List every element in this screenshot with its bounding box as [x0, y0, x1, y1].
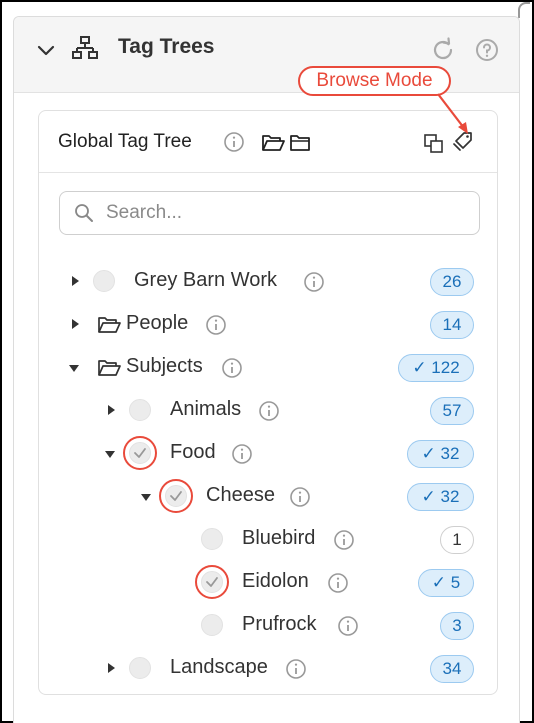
- checkmark-icon: [134, 448, 146, 458]
- checkmark-icon: ✓: [421, 487, 436, 506]
- folder-open-icon: [98, 317, 121, 333]
- caret-right-icon[interactable]: [69, 275, 81, 287]
- card-header: Global Tag Tree: [39, 111, 497, 173]
- tag-radio[interactable]: [93, 270, 115, 292]
- browse-mode-callout: Browse Mode: [298, 66, 451, 96]
- tree-row-label: Eidolon: [242, 570, 309, 592]
- tree-row-label: People: [126, 312, 189, 334]
- tree-row-cheese[interactable]: Cheese ✓ 32: [39, 479, 499, 513]
- tree-row-bluebird[interactable]: Bluebird 1: [39, 522, 499, 556]
- info-icon[interactable]: [221, 357, 243, 379]
- count-badge[interactable]: 57: [430, 397, 474, 425]
- count-badge[interactable]: 34: [430, 655, 474, 683]
- tree-row-label: Grey Barn Work: [134, 269, 277, 291]
- tree-row-label: Food: [170, 441, 216, 463]
- checkmark-icon: ✓: [421, 444, 436, 463]
- tag-radio[interactable]: [201, 528, 223, 550]
- checkmark-icon: [206, 577, 218, 587]
- count-badge-checked[interactable]: ✓ 32: [407, 483, 474, 511]
- caret-down-icon[interactable]: [68, 362, 80, 374]
- tree-row-eidolon[interactable]: Eidolon ✓ 5: [39, 565, 499, 599]
- caret-right-icon[interactable]: [105, 404, 117, 416]
- panel-title: Tag Trees: [118, 35, 215, 58]
- checkmark-icon: [170, 491, 182, 501]
- tree-row-people[interactable]: People 14: [39, 307, 499, 341]
- tree-row-landscape[interactable]: Landscape 34: [39, 651, 499, 685]
- card-title: Global Tag Tree: [58, 131, 192, 152]
- tag-radio[interactable]: [129, 657, 151, 679]
- count-badge[interactable]: 26: [430, 268, 474, 296]
- caret-right-icon[interactable]: [69, 318, 81, 330]
- refresh-icon[interactable]: [430, 37, 456, 63]
- count-value: 32: [440, 487, 460, 506]
- callout-arrow-icon: [437, 93, 468, 134]
- tree-row-label: Cheese: [206, 484, 275, 506]
- tree-row-label: Bluebird: [242, 527, 316, 549]
- count-badge[interactable]: 3: [440, 612, 474, 640]
- count-badge-checked[interactable]: ✓ 32: [407, 440, 474, 468]
- search-input[interactable]: [104, 200, 464, 226]
- tag-radio[interactable]: [129, 399, 151, 421]
- info-icon[interactable]: [223, 131, 245, 153]
- tree-row-label: Subjects: [126, 355, 203, 377]
- count-value: 32: [440, 444, 460, 463]
- tree-row-label: Animals: [170, 398, 242, 420]
- tree-row-label: Prufrock: [242, 613, 317, 635]
- count-value: 5: [450, 573, 461, 592]
- info-icon[interactable]: [231, 443, 253, 465]
- tree-row-grey-barn-work[interactable]: Grey Barn Work 26: [39, 264, 499, 298]
- info-icon[interactable]: [205, 314, 227, 336]
- caret-right-icon[interactable]: [105, 662, 117, 674]
- info-icon[interactable]: [333, 529, 355, 551]
- global-tag-tree-card: Global Tag Tree Search... Grey Barn Work…: [38, 110, 498, 695]
- info-icon[interactable]: [337, 615, 359, 637]
- info-icon[interactable]: [327, 572, 349, 594]
- info-icon[interactable]: [258, 400, 280, 422]
- tree-row-subjects[interactable]: Subjects ✓ 122: [39, 350, 499, 384]
- tree-row-animals[interactable]: Animals 57: [39, 393, 499, 427]
- search-icon: [75, 204, 93, 222]
- folder-open-icon: [98, 360, 121, 376]
- count-badge[interactable]: 1: [440, 526, 474, 554]
- count-value: 122: [431, 358, 460, 377]
- info-icon[interactable]: [289, 486, 311, 508]
- checkmark-icon: ✓: [431, 573, 447, 592]
- folder-icon[interactable]: [289, 133, 311, 153]
- caret-down-icon[interactable]: [104, 448, 116, 460]
- count-badge-checked[interactable]: ✓ 5: [418, 569, 474, 597]
- info-icon[interactable]: [285, 658, 307, 680]
- chevron-down-icon[interactable]: [36, 41, 56, 61]
- tag-radio[interactable]: [201, 614, 223, 636]
- count-badge[interactable]: 14: [430, 311, 474, 339]
- search-field[interactable]: [59, 191, 480, 235]
- scroll-corner: [518, 2, 530, 18]
- caret-down-icon[interactable]: [140, 491, 152, 503]
- checkmark-icon: ✓: [412, 358, 427, 377]
- folder-open-icon[interactable]: [261, 133, 285, 153]
- count-badge-checked[interactable]: ✓ 122: [398, 354, 474, 382]
- tree-row-prufrock[interactable]: Prufrock 3: [39, 608, 499, 642]
- tree-structure-icon: [72, 36, 98, 59]
- help-icon[interactable]: [474, 37, 500, 63]
- tree-row-food[interactable]: Food ✓ 32: [39, 436, 499, 470]
- info-icon[interactable]: [303, 271, 325, 293]
- tree-row-label: Landscape: [170, 656, 268, 678]
